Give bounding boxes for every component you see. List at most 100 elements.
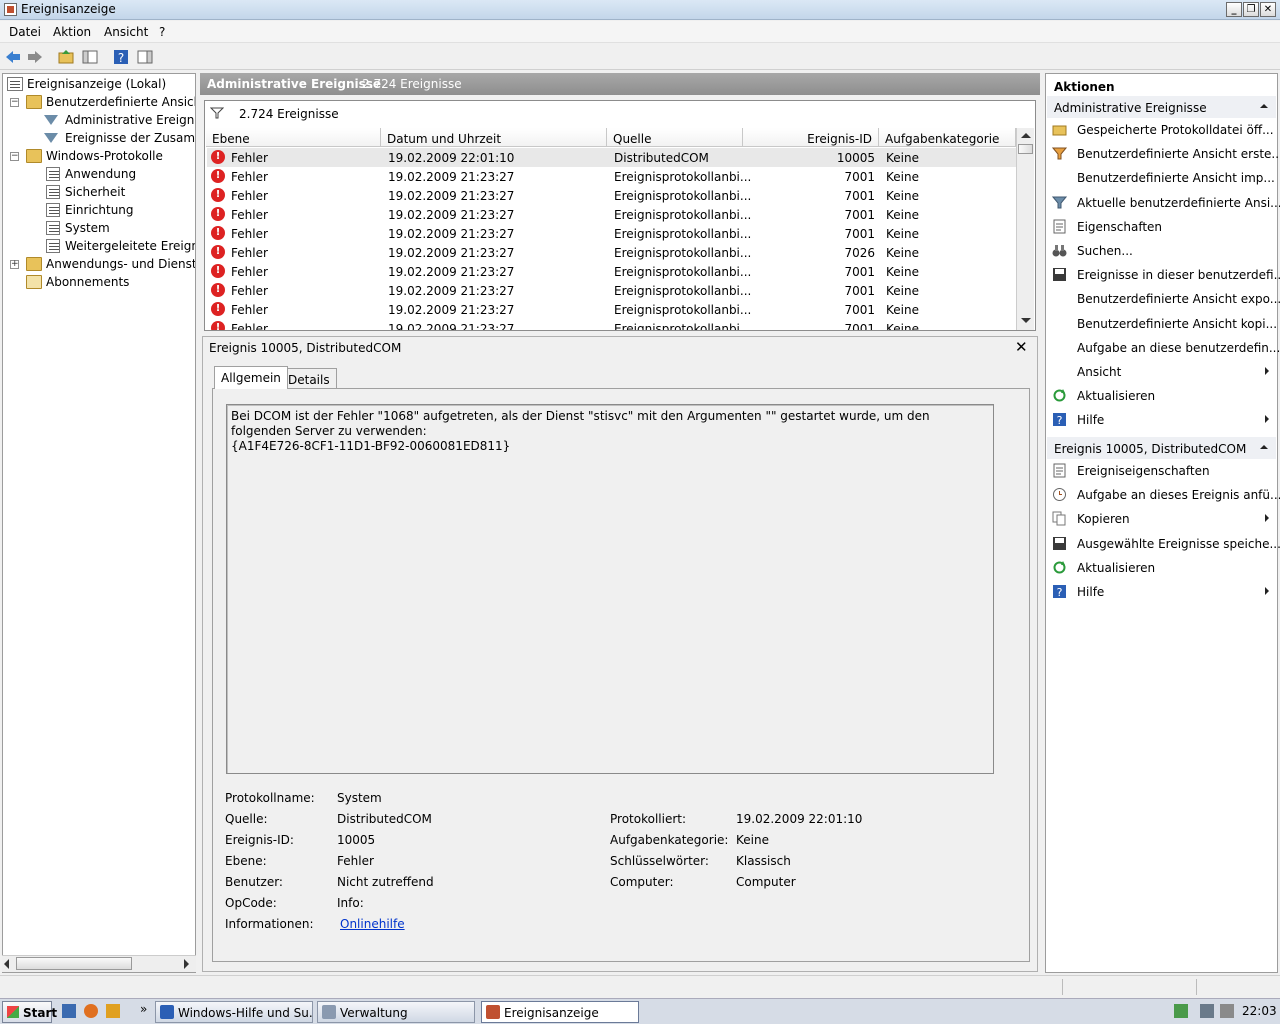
security-tray-icon[interactable] xyxy=(1174,1004,1188,1018)
action-benutzerdefinierte-ansicht-erste[interactable]: Benutzerdefinierte Ansicht erste... xyxy=(1046,142,1280,166)
action-kopieren[interactable]: Kopieren xyxy=(1046,507,1277,531)
show-hide-tree-icon[interactable] xyxy=(81,48,99,66)
collapse-section-icon[interactable] xyxy=(1260,445,1268,449)
expand-icon[interactable]: + xyxy=(10,260,19,269)
action-eigenschaften[interactable]: Eigenschaften xyxy=(1046,215,1277,239)
menu-ansicht[interactable]: Ansicht xyxy=(104,25,148,39)
action-aufgabe-an-dieses-ereignis-anfü[interactable]: Aufgabe an dieses Ereignis anfü... xyxy=(1046,483,1280,507)
start-button[interactable]: Start xyxy=(2,1001,57,1023)
show-desktop-icon[interactable] xyxy=(62,1004,76,1018)
online-help-link[interactable]: Onlinehilfe xyxy=(340,917,405,931)
tree-item-forwarded[interactable]: Weitergeleitete Ereignisse xyxy=(5,238,195,256)
firefox-icon[interactable] xyxy=(84,1004,98,1018)
table-row[interactable]: ! Fehler 19.02.2009 21:23:27 Ereignisprotok… xyxy=(207,243,1017,262)
table-row[interactable]: ! Fehler 19.02.2009 21:23:27 Ereignisprotok… xyxy=(207,319,1017,330)
detail-title: Ereignis 10005, DistributedCOM xyxy=(209,341,402,355)
table-row[interactable]: ! Fehler 19.02.2009 21:23:27 Ereignisprotok… xyxy=(207,167,1017,186)
back-arrow-icon[interactable] xyxy=(4,48,22,66)
action-ausgewählte-ereignisse-speiche[interactable]: Ausgewählte Ereignisse speiche... xyxy=(1046,532,1280,556)
log-icon xyxy=(46,239,60,253)
collapse-icon[interactable]: − xyxy=(10,152,19,161)
tree-item-summary-events[interactable]: Ereignisse der Zusammenfassung xyxy=(5,130,195,148)
tree-item-app-services[interactable]: + Anwendungs- und Dienstprotokolle xyxy=(5,256,195,274)
task-verwaltung[interactable]: Verwaltung xyxy=(317,1001,475,1023)
clock[interactable]: 22:03 xyxy=(1242,1004,1277,1018)
tree-item-system[interactable]: System xyxy=(5,220,195,238)
tree-item-windows-logs[interactable]: − Windows-Protokolle xyxy=(5,148,195,166)
action-hilfe[interactable]: ? Hilfe xyxy=(1046,580,1277,604)
actions-pane: Aktionen Administrative Ereignisse Gespe… xyxy=(1045,73,1280,973)
folder-icon xyxy=(26,257,42,271)
action-aufgabe-an-diese-benutzerdefin[interactable]: Aufgabe an diese benutzerdefin... xyxy=(1046,336,1280,360)
minimize-button[interactable]: _ xyxy=(1226,2,1242,17)
properties-icon xyxy=(1053,463,1066,478)
close-window-button[interactable]: ✕ xyxy=(1260,2,1276,17)
scroll-right-icon[interactable] xyxy=(184,959,189,969)
submenu-arrow-icon xyxy=(1265,587,1269,595)
scroll-thumb[interactable] xyxy=(16,957,132,970)
action-ereignisse-in-dieser-benutzerdefi[interactable]: Ereignisse in dieser benutzerdefi... xyxy=(1046,263,1280,287)
row-datetime: 19.02.2009 21:23:27 xyxy=(388,170,515,184)
tree-item-application[interactable]: Anwendung xyxy=(5,166,195,184)
center-pane-header: Administrative Ereignisse 2.724 Ereignis… xyxy=(200,73,1040,95)
action-benutzerdefinierte-ansicht-expo[interactable]: Benutzerdefinierte Ansicht expo... xyxy=(1046,287,1280,311)
quicklaunch-overflow-icon[interactable]: » xyxy=(140,1002,147,1016)
close-detail-icon[interactable]: ✕ xyxy=(1015,338,1028,356)
task-windows-help[interactable]: Windows-Hilfe und Su... xyxy=(155,1001,313,1023)
action-benutzerdefinierte-ansicht-kopi[interactable]: Benutzerdefinierte Ansicht kopi... xyxy=(1046,312,1277,336)
action-benutzerdefinierte-ansicht-imp[interactable]: Benutzerdefinierte Ansicht imp... xyxy=(1046,166,1277,190)
row-task-category: Keine xyxy=(886,227,919,241)
section-event-detail[interactable]: Ereignis 10005, DistributedCOM xyxy=(1047,437,1276,459)
table-row[interactable]: ! Fehler 19.02.2009 21:23:27 Ereignisprotok… xyxy=(207,186,1017,205)
help-icon[interactable]: ? xyxy=(112,48,130,66)
events-vertical-scrollbar[interactable] xyxy=(1016,128,1034,330)
table-row[interactable]: ! Fehler 19.02.2009 22:01:10 DistributedCOM… xyxy=(207,148,1017,167)
media-player-icon[interactable] xyxy=(106,1004,120,1018)
tree-item-custom-views[interactable]: − Benutzerdefinierte Ansichten xyxy=(5,94,195,112)
description-text: Bei DCOM ist der Fehler "1068" aufgetret… xyxy=(231,409,930,438)
action-hilfe[interactable]: ? Hilfe xyxy=(1046,408,1277,432)
tree-item-setup[interactable]: Einrichtung xyxy=(5,202,195,220)
scroll-left-icon[interactable] xyxy=(4,959,9,969)
action-aktuelle-benutzerdefinierte-ansi[interactable]: Aktuelle benutzerdefinierte Ansi... xyxy=(1046,191,1280,215)
table-row[interactable]: ! Fehler 19.02.2009 21:23:27 Ereignisprotok… xyxy=(207,205,1017,224)
menu-datei[interactable]: Datei xyxy=(9,25,41,39)
forward-arrow-icon[interactable] xyxy=(26,48,44,66)
table-row[interactable]: ! Fehler 19.02.2009 21:23:27 Ereignisprotok… xyxy=(207,300,1017,319)
scroll-up-icon[interactable] xyxy=(1021,133,1031,138)
action-suchen[interactable]: Suchen... xyxy=(1046,239,1277,263)
event-description[interactable]: Bei DCOM ist der Fehler "1068" aufgetret… xyxy=(226,404,994,774)
tree-horizontal-scrollbar[interactable] xyxy=(2,955,196,972)
tab-details[interactable]: Details xyxy=(281,368,337,390)
action-ereigniseigenschaften[interactable]: Ereigniseigenschaften xyxy=(1046,459,1277,483)
tab-allgemein[interactable]: Allgemein xyxy=(214,366,288,389)
volume-tray-icon[interactable] xyxy=(1220,1004,1234,1018)
table-row[interactable]: ! Fehler 19.02.2009 21:23:27 Ereignisprotok… xyxy=(207,262,1017,281)
row-level: Fehler xyxy=(231,151,268,165)
table-row[interactable]: ! Fehler 19.02.2009 21:23:27 Ereignisprotok… xyxy=(207,281,1017,300)
maximize-button[interactable]: ❐ xyxy=(1243,2,1259,17)
error-icon: ! xyxy=(211,169,225,183)
action-aktualisieren[interactable]: Aktualisieren xyxy=(1046,556,1277,580)
tree-item-admin-events[interactable]: Administrative Ereignisse xyxy=(5,112,195,130)
row-event-id: 7026 xyxy=(844,246,875,260)
show-action-pane-icon[interactable] xyxy=(136,48,154,66)
network-tray-icon[interactable] xyxy=(1200,1004,1214,1018)
task-event-viewer[interactable]: Ereignisanzeige xyxy=(481,1001,639,1023)
row-level: Fehler xyxy=(231,246,268,260)
collapse-icon[interactable]: − xyxy=(10,98,19,107)
action-ansicht[interactable]: Ansicht xyxy=(1046,360,1277,384)
section-admin-events[interactable]: Administrative Ereignisse xyxy=(1047,96,1276,118)
collapse-section-icon[interactable] xyxy=(1260,104,1268,108)
tree-item-subscriptions[interactable]: Abonnements xyxy=(5,274,195,292)
action-aktualisieren[interactable]: Aktualisieren xyxy=(1046,384,1277,408)
tree-item-security[interactable]: Sicherheit xyxy=(5,184,195,202)
scroll-thumb[interactable] xyxy=(1018,144,1033,154)
up-folder-icon[interactable] xyxy=(57,48,75,66)
status-bar xyxy=(0,975,1280,997)
table-row[interactable]: ! Fehler 19.02.2009 21:23:27 Ereignisprotok… xyxy=(207,224,1017,243)
scroll-down-icon[interactable] xyxy=(1021,318,1031,323)
menu-aktion[interactable]: Aktion xyxy=(53,25,91,39)
menu-help[interactable]: ? xyxy=(159,25,165,39)
action-gespeicherte-protokolldatei-öff[interactable]: Gespeicherte Protokolldatei öff... xyxy=(1046,118,1277,142)
